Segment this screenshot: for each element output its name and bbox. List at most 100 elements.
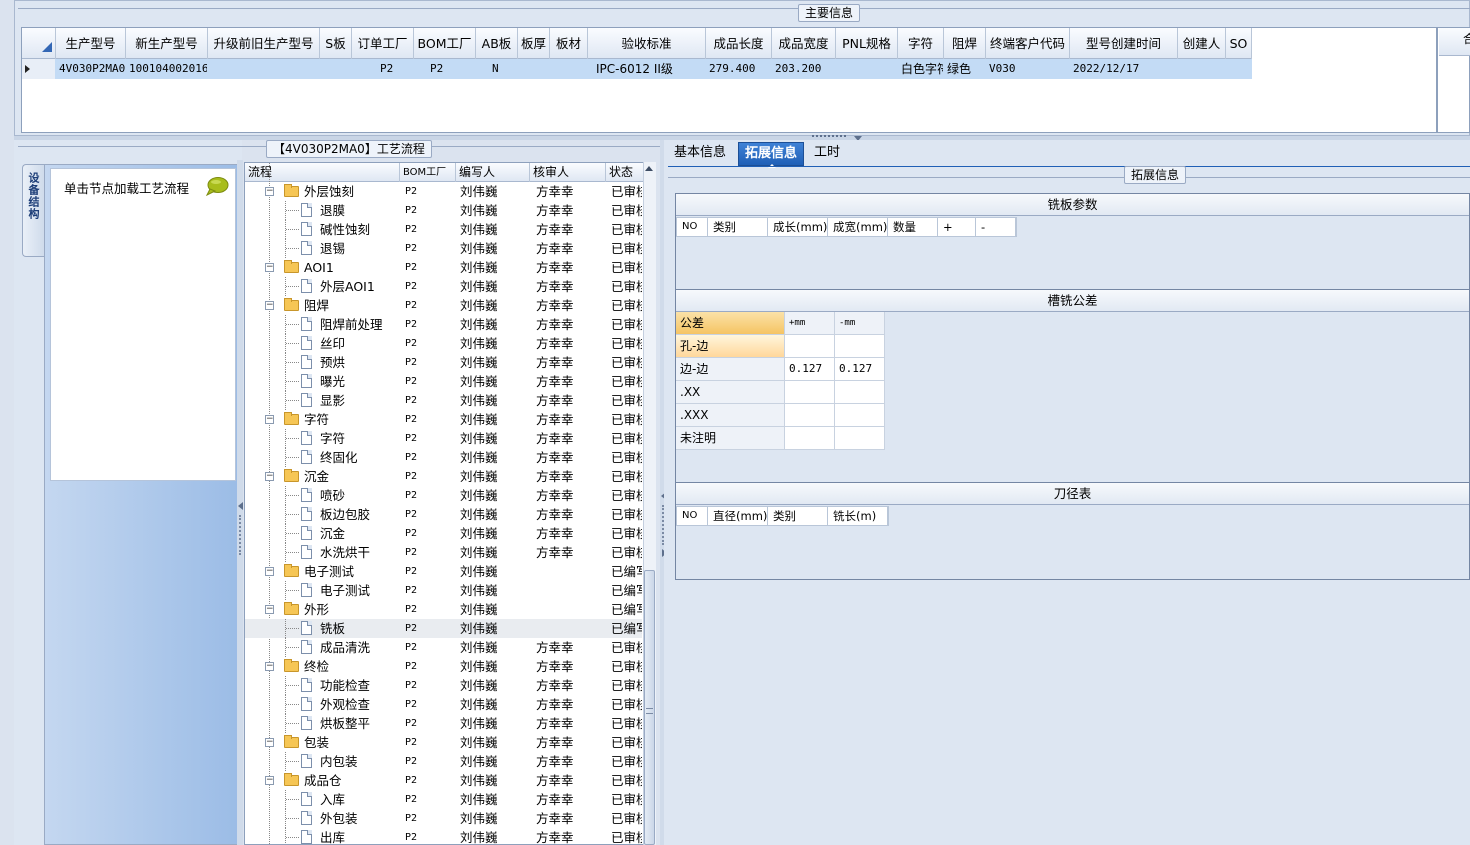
main-col-header[interactable]: 板材: [550, 28, 588, 59]
tree-step-row[interactable]: 喷砂 P2 刘伟巍 方幸幸 已审核: [245, 486, 642, 505]
tab-extension-info[interactable]: 拓展信息: [738, 142, 805, 166]
col-no[interactable]: NO: [677, 507, 708, 525]
tree-node[interactable]: 电子测试: [245, 581, 400, 600]
main-col-header[interactable]: S板: [320, 28, 352, 59]
tree-node[interactable]: 铣板: [245, 619, 400, 638]
main-col-header[interactable]: 创建人: [1178, 28, 1226, 59]
main-col-header[interactable]: 阻焊: [944, 28, 986, 59]
tree-node[interactable]: − 沉金: [245, 467, 400, 486]
tree-node[interactable]: 退膜: [245, 201, 400, 220]
tolerance-row[interactable]: 未注明: [676, 427, 885, 450]
tree-step-row[interactable]: 外观检查 P2 刘伟巍 方幸幸 已审核: [245, 695, 642, 714]
tree-node[interactable]: 水洗烘干: [245, 543, 400, 562]
main-col-header[interactable]: SO: [1226, 28, 1252, 59]
tree-node[interactable]: 退锡: [245, 239, 400, 258]
tolerance-value-cell[interactable]: 0.127: [785, 358, 835, 380]
tree-step-row[interactable]: 成品清洗 P2 刘伟巍 方幸幸 已审核: [245, 638, 642, 657]
tree-node[interactable]: 外观检查: [245, 695, 400, 714]
tree-step-row[interactable]: 沉金 P2 刘伟巍 方幸幸 已审核: [245, 524, 642, 543]
tolerance-value-cell[interactable]: [785, 427, 835, 449]
tree-folder-row[interactable]: − 外层蚀刻 P2 刘伟巍 方幸幸 已审核: [245, 182, 642, 201]
col-no[interactable]: NO: [677, 218, 708, 236]
tolerance-value-cell[interactable]: [835, 335, 885, 357]
tree-folder-row[interactable]: − 阻焊 P2 刘伟巍 方幸幸 已审核: [245, 296, 642, 315]
tree-step-row[interactable]: 烘板整平 P2 刘伟巍 方幸幸 已审核: [245, 714, 642, 733]
collapse-icon[interactable]: −: [265, 662, 274, 671]
tree-node[interactable]: 预烘: [245, 353, 400, 372]
add-row-button[interactable]: +: [938, 218, 976, 236]
tree-node[interactable]: − 字符: [245, 410, 400, 429]
tree-step-row[interactable]: 退膜 P2 刘伟巍 方幸幸 已审核: [245, 201, 642, 220]
main-col-header[interactable]: 生产型号: [56, 28, 126, 59]
tree-step-row[interactable]: 水洗烘干 P2 刘伟巍 方幸幸 已审核: [245, 543, 642, 562]
tree-folder-row[interactable]: − 终检 P2 刘伟巍 方幸幸 已审核: [245, 657, 642, 676]
scroll-up-icon[interactable]: [645, 166, 653, 171]
tree-step-row[interactable]: 阻焊前处理 P2 刘伟巍 方幸幸 已审核: [245, 315, 642, 334]
tree-node[interactable]: − 成品仓: [245, 771, 400, 790]
remove-row-button[interactable]: -: [976, 218, 1016, 236]
main-col-header[interactable]: 型号创建时间: [1070, 28, 1178, 59]
tolerance-row[interactable]: .XXX: [676, 404, 885, 427]
tree-step-row[interactable]: 字符 P2 刘伟巍 方幸幸 已审核: [245, 429, 642, 448]
tolerance-value-cell[interactable]: [785, 335, 835, 357]
tree-step-row[interactable]: 丝印 P2 刘伟巍 方幸幸 已审核: [245, 334, 642, 353]
tree-step-row[interactable]: 曝光 P2 刘伟巍 方幸幸 已审核: [245, 372, 642, 391]
tree-step-row[interactable]: 预烘 P2 刘伟巍 方幸幸 已审核: [245, 353, 642, 372]
tree-node[interactable]: 板边包胶: [245, 505, 400, 524]
tree-step-row[interactable]: 功能检查 P2 刘伟巍 方幸幸 已审核: [245, 676, 642, 695]
main-info-grid[interactable]: 生产型号 新生产型号 升级前旧生产型号 S板 订单工厂 BOM工厂 AB板 板厚 板材 验收标准成…: [21, 27, 1437, 133]
tree-node[interactable]: − 外形: [245, 600, 400, 619]
tolerance-header-cell[interactable]: +mm: [785, 312, 835, 334]
tree-step-row[interactable]: 显影 P2 刘伟巍 方幸幸 已审核: [245, 391, 642, 410]
left-splitter-arrow-icon[interactable]: [238, 502, 243, 510]
tree-step-row[interactable]: 内包装 P2 刘伟巍 方幸幸 已审核: [245, 752, 642, 771]
col-quantity[interactable]: 数量: [888, 218, 938, 236]
tree-folder-row[interactable]: − 电子测试 P2 刘伟巍 已编写: [245, 562, 642, 581]
main-col-header[interactable]: 板厚: [518, 28, 550, 59]
main-col-header[interactable]: 终端客户代码: [986, 28, 1070, 59]
collapse-icon[interactable]: −: [265, 415, 274, 424]
tree-folder-row[interactable]: − 字符 P2 刘伟巍 方幸幸 已审核: [245, 410, 642, 429]
node-hint-card[interactable]: [50, 168, 236, 481]
tree-node[interactable]: 阻焊前处理: [245, 315, 400, 334]
tree-node[interactable]: 碱性蚀刻: [245, 220, 400, 239]
tree-folder-row[interactable]: − AOI1 P2 刘伟巍 方幸幸 已审核: [245, 258, 642, 277]
tree-node[interactable]: 功能检查: [245, 676, 400, 695]
tree-step-row[interactable]: 外层AOI1 P2 刘伟巍 方幸幸 已审核: [245, 277, 642, 296]
tab-work-hours[interactable]: 工时: [808, 142, 846, 166]
tree-folder-row[interactable]: − 沉金 P2 刘伟巍 方幸幸 已审核: [245, 467, 642, 486]
tree-step-row[interactable]: 外包装 P2 刘伟巍 方幸幸 已审核: [245, 809, 642, 828]
tree-node[interactable]: − 终检: [245, 657, 400, 676]
main-col-header[interactable]: 新生产型号: [126, 28, 208, 59]
slot-tolerance-grid[interactable]: 公差 +mm -mm 孔-边 边-边 0.127 0.127 .XX .XXX 未注明: [676, 312, 885, 450]
collapse-icon[interactable]: −: [265, 263, 274, 272]
tolerance-value-cell[interactable]: [835, 404, 885, 426]
tree-step-row[interactable]: 退锡 P2 刘伟巍 方幸幸 已审核: [245, 239, 642, 258]
tree-node[interactable]: − AOI1: [245, 258, 400, 277]
tree-node[interactable]: 出库: [245, 828, 400, 844]
tolerance-header-cell[interactable]: 公差: [676, 312, 785, 334]
main-col-header[interactable]: 字符: [898, 28, 944, 59]
tolerance-row[interactable]: 边-边 0.127 0.127: [676, 358, 885, 381]
tree-folder-row[interactable]: − 外形 P2 刘伟巍 已编写: [245, 600, 642, 619]
tolerance-value-cell[interactable]: [785, 381, 835, 403]
tolerance-row[interactable]: 孔-边: [676, 335, 885, 358]
collapse-icon[interactable]: −: [265, 738, 274, 747]
tree-step-row[interactable]: 铣板 P2 刘伟巍 已编写: [245, 619, 642, 638]
tolerance-header-cell[interactable]: -mm: [835, 312, 885, 334]
collapse-icon[interactable]: −: [265, 187, 274, 196]
tree-node[interactable]: 成品清洗: [245, 638, 400, 657]
tolerance-value-cell[interactable]: [785, 404, 835, 426]
tree-step-row[interactable]: 板边包胶 P2 刘伟巍 方幸幸 已审核: [245, 505, 642, 524]
main-col-header[interactable]: 订单工厂: [352, 28, 414, 59]
main-col-header[interactable]: 成品宽度: [772, 28, 836, 59]
tree-node[interactable]: 外包装: [245, 809, 400, 828]
tree-step-row[interactable]: 出库 P2 刘伟巍 方幸幸 已审核: [245, 828, 642, 844]
tree-node[interactable]: − 外层蚀刻: [245, 182, 400, 201]
process-flow-tree[interactable]: 流程 BOM工厂 编写人 核审人 状态 −外层蚀刻P2刘伟巍方幸幸已审核退膜P2…: [244, 162, 656, 845]
tree-step-row[interactable]: 电子测试 P2 刘伟巍 已编写: [245, 581, 642, 600]
tree-node[interactable]: − 包装: [245, 733, 400, 752]
left-splitter-grip-icon[interactable]: [239, 515, 241, 555]
tolerance-value-cell[interactable]: 0.127: [835, 358, 885, 380]
tree-step-row[interactable]: 入库 P2 刘伟巍 方幸幸 已审核: [245, 790, 642, 809]
